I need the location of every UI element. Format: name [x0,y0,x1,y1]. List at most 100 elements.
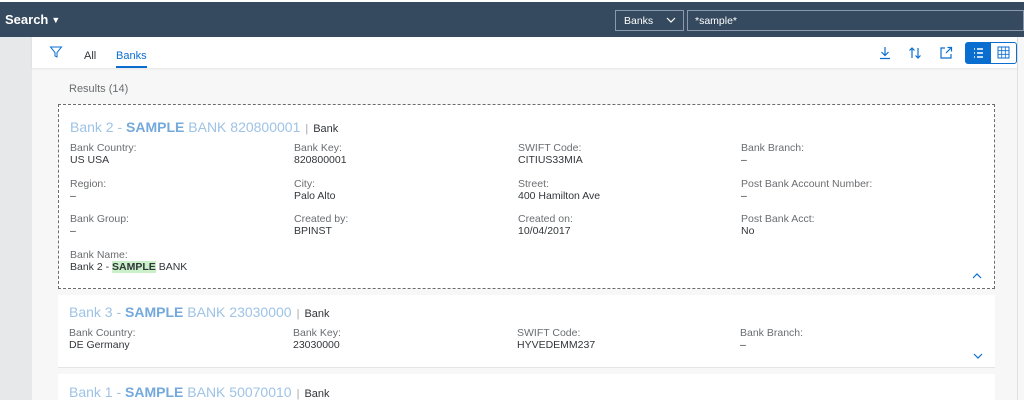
field-bank-branch: Bank Branch: – [740,327,803,351]
field-label: City: [294,178,315,190]
field-label: Bank Branch: [740,327,804,339]
field-label: Bank Branch: [741,142,805,154]
field-label: Bank Country: [70,142,137,154]
title-highlight: SAMPLE [125,384,184,400]
scope-select[interactable]: Banks [615,10,684,31]
title-separator: | [296,388,300,400]
field-label: Bank Group: [70,213,129,225]
title-prefix: Bank 1 - [69,384,126,400]
field-post-bank-acct: Post Bank Acct: No [741,213,815,237]
field-label: SWIFT Code: [517,327,581,339]
title-separator: | [305,123,309,135]
field-value: 400 Hamilton Ave [518,190,601,202]
field-label: SWIFT Code: [518,142,582,154]
field-value: – [70,190,76,202]
chevron-down-icon[interactable] [971,351,985,361]
title-suffix: BANK 50070010 [183,384,292,400]
field-post-bank-account-number: Post Bank Account Number: – [741,178,872,202]
field-bank-key: Bank Key: 23030000 [293,327,341,351]
card-type: Bank [304,388,330,400]
active-tab-indicator [116,66,147,68]
tab-banks-label: Banks [116,50,147,62]
field-value: 23030000 [293,339,340,351]
field-label: Region: [70,178,107,190]
field-label: Bank Key: [293,327,341,339]
field-value: 820800001 [294,154,347,166]
field-bank-key: Bank Key: 820800001 [294,142,347,166]
tab-banks[interactable]: Banks [116,50,147,68]
field-bank-country: Bank Country: DE Germany [69,327,136,351]
search-input-value: *sample* [695,15,738,27]
sort-icon[interactable] [906,44,924,62]
title-separator: | [296,308,300,320]
grid-view-icon[interactable] [991,43,1016,63]
field-value: – [70,225,76,237]
field-value: BPINST [294,225,332,237]
result-card: Bank 1 - SAMPLE BANK 50070010 | Bank [58,374,995,400]
field-value: DE Germany [69,339,130,351]
title-highlight: SAMPLE [126,119,185,135]
bank-name-prefix: Bank 2 - [70,261,113,273]
card-title: Bank 3 - SAMPLE BANK 23030000 | Bank [69,304,330,320]
field-city: City: Palo Alto [294,178,335,202]
field-value: HYVEDEMM237 [517,339,596,351]
left-gutter [0,37,32,400]
field-created-on: Created on: 10/04/2017 [518,213,573,237]
field-bank-branch: Bank Branch: – [741,142,804,166]
field-region: Region: – [70,178,106,202]
list-view-icon[interactable] [966,43,991,63]
result-card: Bank 2 - SAMPLE BANK 820800001 | Bank Bank… [58,104,995,289]
title-highlight: SAMPLE [125,304,184,320]
field-value: Bank 2 - SAMPLE BANK [70,261,187,273]
field-value: CITIUS33MIA [518,154,583,166]
bank-name-highlight: SAMPLE [112,261,156,273]
field-created-by: Created by: BPINST [294,213,348,237]
field-label: Created by: [294,213,349,225]
field-value: – [741,154,747,166]
app-title-menu[interactable]: Search ▼ [5,12,60,27]
chevron-down-icon [665,14,677,29]
field-label: Bank Name: [70,249,128,261]
field-value: – [741,190,747,202]
field-bank-group: Bank Group: – [70,213,129,237]
field-label: Created on: [518,213,573,225]
field-value: No [741,225,755,237]
card-title-link[interactable]: Bank 3 - SAMPLE BANK 23030000 [69,304,292,320]
title-suffix: BANK 820800001 [184,119,301,135]
field-value: Palo Alto [294,190,336,202]
field-value: US USA [70,154,110,166]
field-value: 10/04/2017 [518,225,571,237]
card-type: Bank [313,123,339,135]
share-icon[interactable] [937,44,955,62]
card-title: Bank 1 - SAMPLE BANK 50070010 | Bank [69,384,330,400]
filter-icon[interactable] [49,45,63,59]
results-count: Results (14) [69,83,129,95]
field-label: Street: [518,178,549,190]
field-swift-code: SWIFT Code: HYVEDEMM237 [517,327,595,351]
vertical-scrollbar[interactable] [1017,37,1024,400]
results-panel: All Banks Results (14) Bank 2 - SAMPLE B… [32,37,1017,400]
search-input[interactable]: *sample* [687,10,1024,31]
shell-bar: Search ▼ Banks *sample* [0,0,1024,37]
scope-value: Banks [624,15,654,27]
field-label: Bank Country: [69,327,136,339]
download-icon[interactable] [876,44,894,62]
title-suffix: BANK 23030000 [183,304,292,320]
title-prefix: Bank 2 - [70,119,127,135]
field-street: Street: 400 Hamilton Ave [518,178,600,202]
card-title-link[interactable]: Bank 1 - SAMPLE BANK 50070010 [69,384,292,400]
field-label: Post Bank Account Number: [741,178,873,190]
field-value: – [740,339,746,351]
field-label: Bank Key: [294,142,342,154]
chevron-up-icon[interactable] [970,271,984,281]
bank-name-suffix: BANK [155,261,188,273]
result-card: Bank 3 - SAMPLE BANK 23030000 | Bank Bank … [58,295,995,368]
card-title-link[interactable]: Bank 2 - SAMPLE BANK 820800001 [70,119,300,135]
field-bank-country: Bank Country: US USA [70,142,137,166]
title-prefix: Bank 3 - [69,304,126,320]
tab-bar: All Banks [32,37,1017,68]
view-toggle [965,42,1017,64]
field-swift-code: SWIFT Code: CITIUS33MIA [518,142,583,166]
card-title: Bank 2 - SAMPLE BANK 820800001 | Bank [70,119,338,135]
tab-all[interactable]: All [84,50,96,62]
